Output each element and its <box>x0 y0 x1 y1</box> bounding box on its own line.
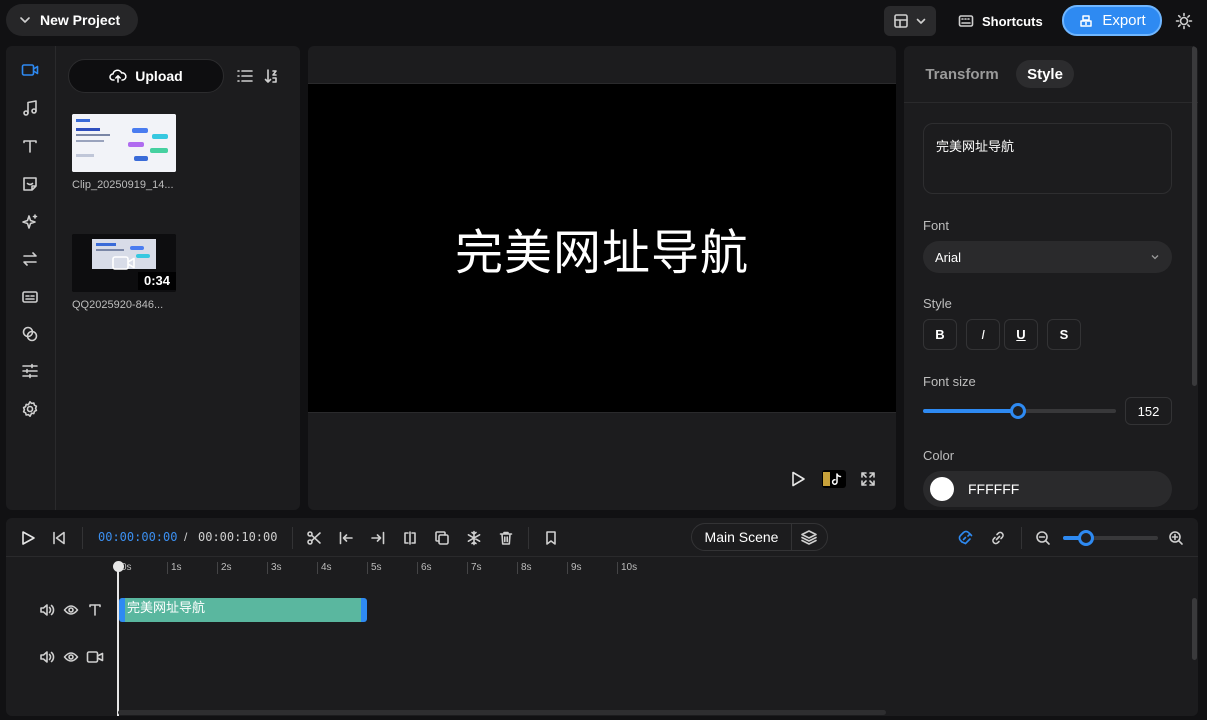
strikethrough-button[interactable]: S <box>1047 319 1081 350</box>
video-camera-icon <box>112 254 136 272</box>
underline-button[interactable]: U <box>1004 319 1038 350</box>
music-icon[interactable] <box>19 97 41 119</box>
time-ruler[interactable]: 0s 1s 2s 3s 4s 5s 6s 7s 8s 9s 10s <box>6 518 1198 578</box>
video-track-icon <box>86 648 104 666</box>
layout-icon <box>893 13 909 29</box>
text-content-input[interactable]: 完美网址导航 <box>923 123 1172 194</box>
vertical-scrollbar[interactable] <box>1192 598 1197 660</box>
project-title: New Project <box>40 12 121 28</box>
canvas-text[interactable]: 完美网址导航 <box>455 213 749 283</box>
color-value: FFFFFF <box>968 481 1020 497</box>
text-clip[interactable]: 完美网址导航 <box>119 598 367 622</box>
timeline-panel: 00:00:00:00 / 00:00:10:00 Main Scene 0s 1… <box>6 518 1198 716</box>
settings-icon[interactable] <box>19 398 41 420</box>
filter-icon[interactable] <box>19 323 41 345</box>
eye-icon[interactable] <box>62 601 80 619</box>
tiktok-aspect-icon[interactable] <box>822 470 846 488</box>
font-value: Arial <box>935 249 962 265</box>
export-button[interactable]: Export <box>1062 5 1162 36</box>
text-track-icon <box>86 601 104 619</box>
sort-icon[interactable] <box>264 68 282 84</box>
ruler-tick: 8s <box>517 562 532 574</box>
upload-label: Upload <box>135 68 183 84</box>
list-view-icon[interactable] <box>236 68 254 84</box>
horizontal-scrollbar[interactable] <box>118 710 886 715</box>
sun-icon <box>1175 12 1193 30</box>
chevron-down-icon <box>18 13 32 27</box>
adjust-icon[interactable] <box>19 360 41 382</box>
eye-icon[interactable] <box>62 648 80 666</box>
volume-icon[interactable] <box>38 648 56 666</box>
preview-panel: 完美网址导航 <box>308 46 896 510</box>
transition-icon[interactable] <box>19 248 41 270</box>
ruler-tick: 7s <box>467 562 482 574</box>
effects-icon[interactable] <box>19 211 41 233</box>
inspector-panel: Transform Style 完美网址导航 Font Arial Style … <box>904 46 1198 510</box>
upload-button[interactable]: Upload <box>68 59 224 93</box>
layout-button[interactable] <box>884 6 936 36</box>
tab-style[interactable]: Style <box>1016 60 1074 88</box>
font-size-slider[interactable] <box>923 403 1116 419</box>
theme-toggle-button[interactable] <box>1172 9 1196 33</box>
color-picker[interactable]: FFFFFF <box>923 471 1172 507</box>
media-name: QQ2025920-846... <box>72 299 164 311</box>
preview-canvas[interactable]: 完美网址导航 <box>308 83 896 413</box>
chevron-down-icon <box>1150 252 1160 262</box>
playhead[interactable] <box>117 562 119 716</box>
fullscreen-icon[interactable] <box>860 471 876 487</box>
shortcuts-label: Shortcuts <box>982 13 1043 29</box>
slider-handle[interactable] <box>1009 403 1026 419</box>
ruler-tick: 4s <box>317 562 332 574</box>
video-duration: 0:34 <box>138 272 176 290</box>
font-size-label: Font size <box>923 374 976 389</box>
export-label: Export <box>1102 12 1146 29</box>
text-icon[interactable] <box>19 135 41 157</box>
divider <box>904 102 1198 103</box>
project-menu-button[interactable]: New Project <box>6 4 138 36</box>
chevron-down-icon <box>915 15 927 27</box>
ruler-tick: 9s <box>567 562 582 574</box>
ruler-tick: 2s <box>217 562 232 574</box>
media-thumbnail-video[interactable]: 0:34 <box>72 234 176 292</box>
side-rail <box>6 46 56 510</box>
color-swatch[interactable] <box>930 477 954 501</box>
keyboard-icon <box>958 14 974 28</box>
style-label: Style <box>923 296 952 311</box>
font-select[interactable]: Arial <box>923 241 1172 273</box>
ruler-tick: 1s <box>167 562 182 574</box>
italic-button[interactable]: I <box>966 319 1000 350</box>
shortcuts-button[interactable]: Shortcuts <box>952 6 1050 36</box>
font-size-input[interactable]: 152 <box>1125 397 1172 425</box>
color-label: Color <box>923 448 955 463</box>
media-name: Clip_20250919_14... <box>72 179 174 191</box>
ruler-tick: 3s <box>267 562 282 574</box>
slider-fill <box>923 409 1018 413</box>
video-icon[interactable] <box>19 59 41 81</box>
ruler-tick: 10s <box>617 562 637 574</box>
volume-icon[interactable] <box>38 601 56 619</box>
ruler-tick: 6s <box>417 562 432 574</box>
font-label: Font <box>923 218 950 233</box>
playhead-handle[interactable] <box>113 561 124 572</box>
ruler-tick: 5s <box>367 562 382 574</box>
tab-transform[interactable]: Transform <box>918 60 1006 88</box>
media-thumbnail[interactable] <box>72 114 176 172</box>
media-panel: Upload Clip_20250919_14... 0:34 QQ202592… <box>6 46 300 510</box>
sticker-icon[interactable] <box>19 173 41 195</box>
play-icon[interactable] <box>790 470 806 488</box>
caption-icon[interactable] <box>19 286 41 308</box>
bold-button[interactable]: B <box>923 319 957 350</box>
export-icon <box>1078 13 1094 29</box>
scrollbar[interactable] <box>1192 46 1197 386</box>
cloud-upload-icon <box>109 68 127 84</box>
